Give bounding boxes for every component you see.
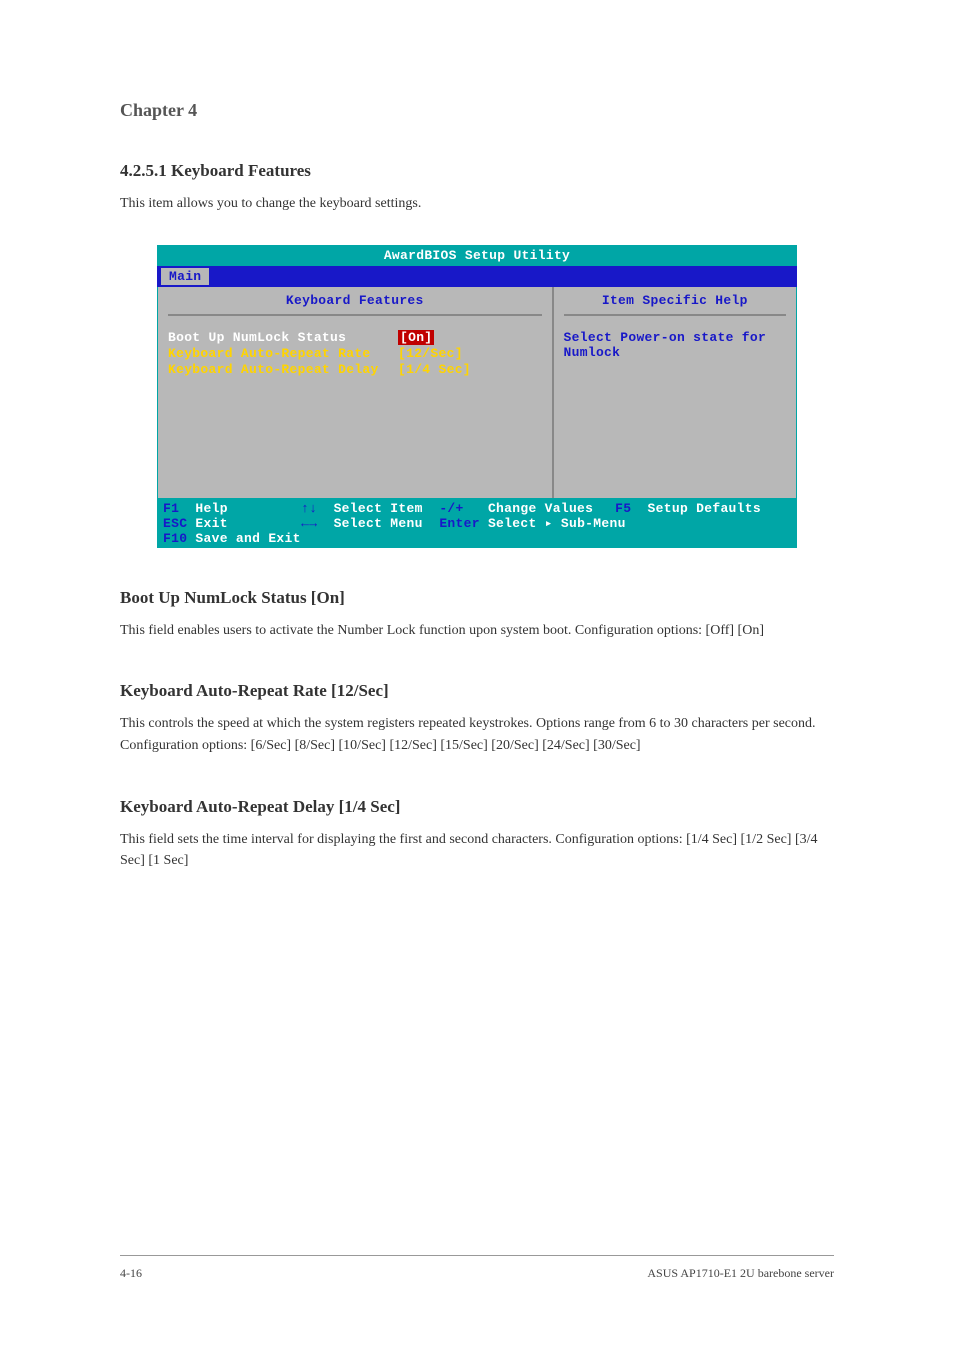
bios-key-label: Help xyxy=(195,501,227,516)
bios-setting-value[interactable]: [12/Sec] xyxy=(398,346,463,361)
bios-key-updown: ↑↓ xyxy=(301,501,317,516)
page-number: 4-16 xyxy=(120,1266,142,1281)
page-footer: 4-16 ASUS AP1710-E1 2U barebone server xyxy=(120,1255,834,1281)
bios-help-title: Item Specific Help xyxy=(564,293,786,316)
bios-key-label: Setup Defaults xyxy=(648,501,761,516)
bios-setting-label: Boot Up NumLock Status xyxy=(168,330,398,345)
bios-key-label: Select ▸ Sub-Menu xyxy=(488,516,626,531)
bios-footer-bar: F1 Help ↑↓ Select Item -/+ Change Values… xyxy=(157,499,797,548)
bios-setting-label: Keyboard Auto-Repeat Delay xyxy=(168,362,398,377)
bios-key-plusminus: -/+ xyxy=(439,501,463,516)
option-heading: Keyboard Auto-Repeat Rate [12/Sec] xyxy=(120,681,834,701)
bios-key-label: Select Item xyxy=(334,501,423,516)
bios-settings-panel: Keyboard Features Boot Up NumLock Status… xyxy=(158,287,554,498)
bios-setting-value[interactable]: [On] xyxy=(398,330,434,345)
bios-help-panel: Item Specific Help Select Power-on state… xyxy=(554,287,796,498)
bios-key-f1: F1 xyxy=(163,501,179,516)
bios-setting-value[interactable]: [1/4 Sec] xyxy=(398,362,471,377)
bios-key-label: Exit xyxy=(195,516,227,531)
option-body: This field sets the time interval for di… xyxy=(120,829,834,872)
bios-setting-row[interactable]: Keyboard Auto-Repeat Delay [1/4 Sec] xyxy=(168,362,542,377)
bios-setting-row[interactable]: Boot Up NumLock Status [On] xyxy=(168,330,542,345)
footer-text: ASUS AP1710-E1 2U barebone server xyxy=(647,1266,834,1281)
bios-key-f5: F5 xyxy=(615,501,631,516)
option-body: This controls the speed at which the sys… xyxy=(120,713,834,756)
bios-key-label: Save and Exit xyxy=(195,531,300,546)
bios-help-text: Select Power-on state for Numlock xyxy=(564,330,786,360)
bios-key-label: Change Values xyxy=(488,501,593,516)
bios-key-esc: ESC xyxy=(163,516,187,531)
option-body: This field enables users to activate the… xyxy=(120,620,834,642)
bios-setting-label: Keyboard Auto-Repeat Rate xyxy=(168,346,398,361)
bios-key-leftright: ←→ xyxy=(301,516,317,531)
bios-title-bar: AwardBIOS Setup Utility xyxy=(157,245,797,266)
bios-key-label: Select Menu xyxy=(334,516,423,531)
option-heading: Boot Up NumLock Status [On] xyxy=(120,588,834,608)
chapter-title: Chapter 4 xyxy=(120,100,834,121)
bios-setting-row[interactable]: Keyboard Auto-Repeat Rate [12/Sec] xyxy=(168,346,542,361)
section-heading: 4.2.5.1 Keyboard Features xyxy=(120,161,834,181)
bios-screenshot: AwardBIOS Setup Utility Main Keyboard Fe… xyxy=(157,245,797,548)
bios-tab-main[interactable]: Main xyxy=(161,268,209,285)
bios-panel-title: Keyboard Features xyxy=(168,293,542,316)
bios-tab-bar: Main xyxy=(157,266,797,287)
section-body: This item allows you to change the keybo… xyxy=(120,193,834,215)
option-heading: Keyboard Auto-Repeat Delay [1/4 Sec] xyxy=(120,797,834,817)
bios-key-enter: Enter xyxy=(439,516,480,531)
bios-key-f10: F10 xyxy=(163,531,187,546)
